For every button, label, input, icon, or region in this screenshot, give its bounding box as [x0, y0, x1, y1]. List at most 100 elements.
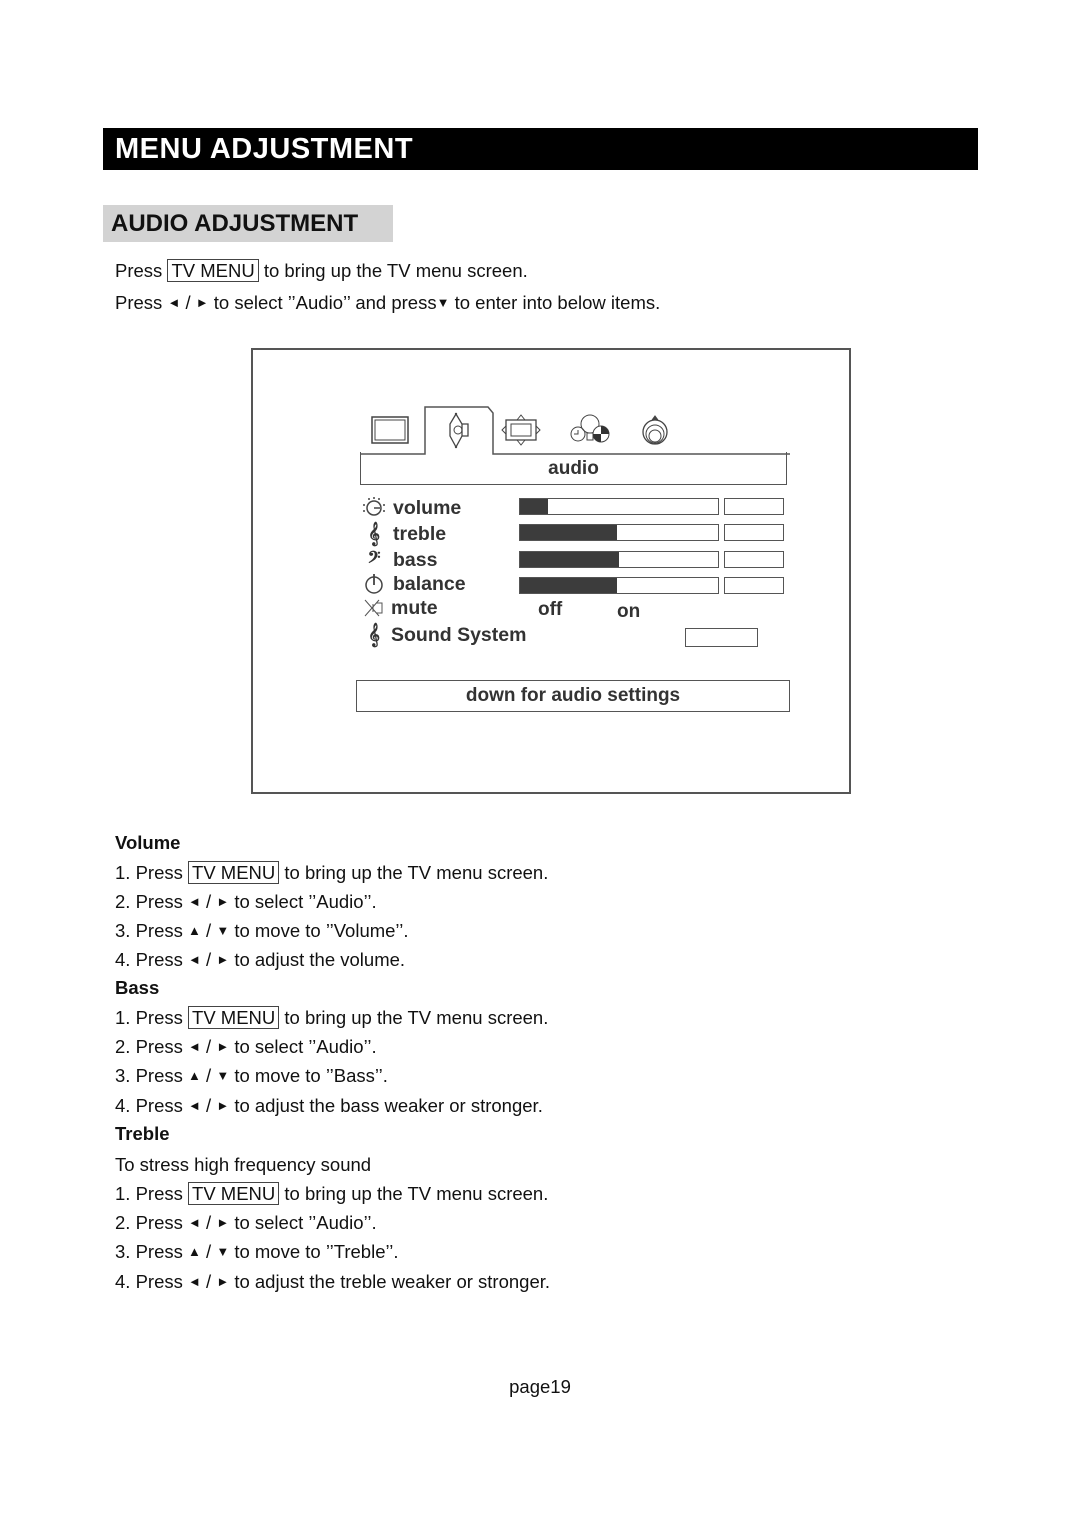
right-arrow-icon: ► — [216, 1098, 230, 1113]
slash: / — [206, 1271, 212, 1292]
volume-level-bar[interactable] — [519, 498, 719, 515]
text: to select ’’Audio’’. — [234, 1212, 377, 1233]
text: to select ’’Audio’’ and press — [213, 292, 437, 313]
treble-level-bar[interactable] — [519, 524, 719, 541]
text: Press — [135, 920, 183, 941]
text: Press — [135, 1007, 183, 1028]
subsection-title: Treble — [115, 1123, 170, 1144]
slash: / — [185, 292, 191, 313]
osd-menu-title: audio — [360, 452, 787, 485]
bass-value-box — [724, 551, 784, 568]
text: Press — [115, 260, 163, 281]
left-arrow-icon: ◄ — [188, 1215, 201, 1230]
dial-icon[interactable] — [642, 415, 668, 445]
level-fill — [520, 499, 548, 514]
level-fill — [520, 552, 619, 567]
intro-line-2: Press ◄ / ► to select ’’Audio’’ and pres… — [115, 291, 660, 315]
text: Press — [135, 862, 183, 883]
text: to select ’’Audio’’. — [234, 1036, 377, 1057]
tv-osd-audio-menu: audio volume 𝄞 treble 𝄢 bass balance mut… — [251, 348, 851, 794]
osd-hint: down for audio settings — [356, 680, 790, 712]
right-arrow-icon: ► — [216, 1274, 230, 1289]
right-arrow-icon: ► — [216, 1215, 230, 1230]
text: to bring up the TV menu screen. — [263, 260, 528, 281]
left-arrow-icon: ◄ — [188, 894, 201, 909]
text: to move to ’’Bass’’. — [234, 1065, 388, 1086]
slash: / — [206, 1212, 212, 1233]
slash: / — [206, 1241, 212, 1262]
balance-icon — [365, 574, 383, 594]
treble-value-box — [724, 524, 784, 541]
text: to adjust the bass weaker or stronger. — [234, 1095, 543, 1116]
clock-bulb-globe-icon[interactable] — [570, 414, 610, 443]
tv-menu-key: TV MENU — [167, 259, 259, 282]
osd-item-label: Sound System — [391, 624, 527, 646]
step-number: 3. — [115, 920, 131, 941]
text: Press — [135, 1095, 183, 1116]
text: to adjust the treble weaker or stronger. — [234, 1271, 551, 1292]
instruction-step: 3. Press ▲ / ▼ to move to ’’Volume’’. — [115, 919, 408, 943]
instruction-step: 2. Press ◄ / ► to select ’’Audio’’. — [115, 1035, 377, 1059]
slash: / — [206, 949, 212, 970]
subsection-note: To stress high frequency sound — [115, 1154, 372, 1175]
instruction-step: 4. Press ◄ / ► to adjust the bass weaker… — [115, 1094, 543, 1118]
mute-option-off[interactable]: off — [538, 599, 562, 621]
left-arrow-icon: ◄ — [188, 1098, 201, 1113]
subsection-title: Bass — [115, 977, 160, 998]
page-number: page19 — [509, 1376, 571, 1397]
slash: / — [206, 1095, 212, 1116]
volume-value-box — [724, 498, 784, 515]
slash: / — [206, 1036, 212, 1057]
instruction-step: 3. Press ▲ / ▼ to move to ’’Bass’’. — [115, 1064, 388, 1088]
text: to bring up the TV menu screen. — [284, 1183, 549, 1204]
instruction-step: 4. Press ◄ / ► to adjust the volume. — [115, 948, 405, 972]
mute-icon — [364, 599, 383, 617]
bass-level-bar[interactable] — [519, 551, 719, 568]
tv-screen-icon[interactable] — [371, 416, 409, 444]
left-arrow-icon: ◄ — [167, 295, 181, 310]
step-number: 2. — [115, 1036, 131, 1057]
left-arrow-icon: ◄ — [188, 1039, 201, 1054]
step-number: 3. — [115, 1065, 131, 1086]
down-arrow-icon: ▼ — [216, 1068, 230, 1083]
balance-level-bar[interactable] — [519, 577, 719, 594]
text: Press — [135, 1212, 183, 1233]
step-number: 4. — [115, 1271, 131, 1292]
left-arrow-icon: ◄ — [188, 1274, 201, 1289]
intro-line-1: Press TV MENU to bring up the TV menu sc… — [115, 259, 528, 283]
down-arrow-icon: ▼ — [436, 295, 450, 310]
text: to adjust the volume. — [234, 949, 406, 970]
slash: / — [206, 1065, 212, 1086]
right-arrow-icon: ► — [216, 952, 230, 967]
right-arrow-icon: ► — [216, 894, 230, 909]
text: Press — [135, 891, 183, 912]
right-arrow-icon: ► — [216, 1039, 230, 1054]
text: to move to ’’Treble’’. — [234, 1241, 399, 1262]
text: to move to ’’Volume’’. — [234, 920, 409, 941]
instruction-step: 1. Press TV MENU to bring up the TV menu… — [115, 861, 548, 885]
instruction-step: 1. Press TV MENU to bring up the TV menu… — [115, 1006, 548, 1030]
instruction-step: 3. Press ▲ / ▼ to move to ’’Treble’’. — [115, 1240, 399, 1264]
step-number: 4. — [115, 949, 131, 970]
instruction-step: 2. Press ◄ / ► to select ’’Audio’’. — [115, 890, 377, 914]
instruction-step: 1. Press TV MENU to bring up the TV menu… — [115, 1182, 548, 1206]
volume-knob-icon — [363, 497, 385, 516]
text: to enter into below items. — [454, 292, 661, 313]
down-arrow-icon: ▼ — [216, 1244, 230, 1259]
text: Press — [115, 292, 163, 313]
sound-system-value-box[interactable] — [685, 628, 758, 647]
section-title: AUDIO ADJUSTMENT — [103, 205, 393, 242]
slash: / — [206, 891, 212, 912]
left-arrow-icon: ◄ — [188, 952, 201, 967]
text: to select ’’Audio’’. — [234, 891, 377, 912]
screen-adjust-icon[interactable] — [501, 414, 541, 446]
treble-clef-icon: 𝄞 — [368, 624, 380, 646]
up-arrow-icon: ▲ — [188, 1068, 201, 1083]
down-arrow-icon: ▼ — [216, 923, 230, 938]
speaker-icon[interactable] — [449, 412, 469, 449]
step-number: 1. — [115, 1183, 131, 1204]
tv-menu-key: TV MENU — [188, 861, 280, 884]
osd-item-label: treble — [393, 523, 447, 545]
osd-item-label: bass — [393, 549, 438, 571]
mute-option-on[interactable]: on — [617, 601, 640, 623]
